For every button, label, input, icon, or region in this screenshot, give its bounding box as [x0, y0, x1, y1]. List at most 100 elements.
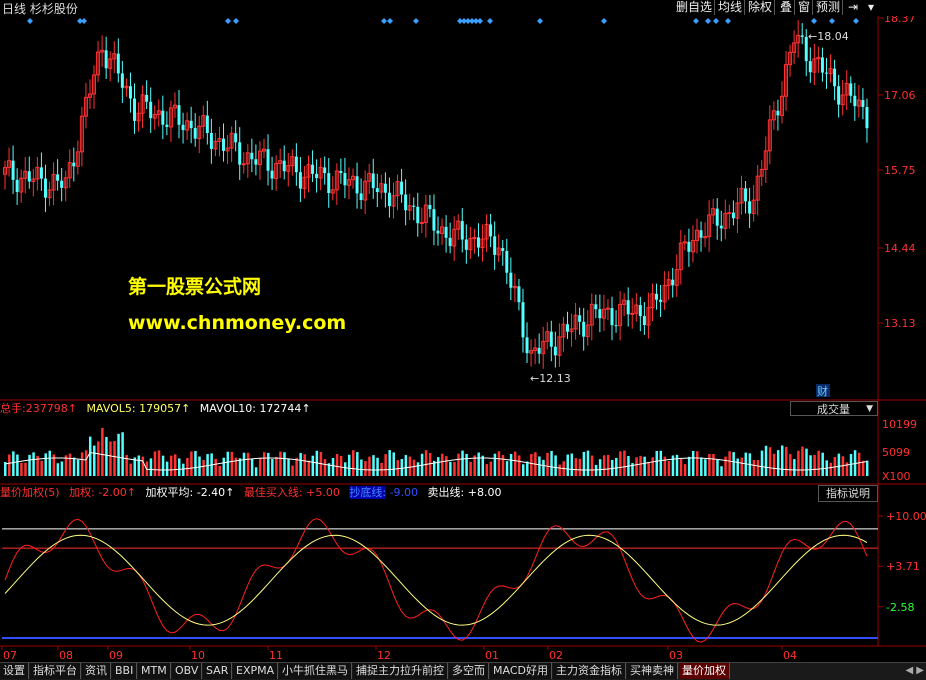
event-marker-icon [601, 18, 607, 24]
candle-body [630, 312, 635, 315]
volume-bar [275, 456, 278, 476]
volume-bar [849, 454, 853, 476]
volume-bar [287, 458, 290, 476]
tab-13[interactable]: 买神卖神 [627, 663, 678, 679]
candle-body [808, 61, 812, 73]
remove-favorite-button[interactable]: 删自选 [674, 0, 716, 15]
indicator-help-button[interactable]: 指标说明 [818, 485, 878, 502]
tab-3[interactable]: BBI [112, 663, 138, 679]
chart-area[interactable]: ←18.04←12.13财 18.3717.0615.7514.4413.13 … [0, 16, 926, 661]
volume-bar [109, 441, 112, 476]
tab-2[interactable]: 资讯 [82, 663, 111, 679]
volume-bar [509, 454, 513, 476]
volume-bar [424, 450, 428, 476]
tab-5[interactable]: OBV [172, 663, 203, 679]
month-label: 04 [783, 649, 797, 661]
indicator-axis-label: +10.00 [886, 510, 926, 523]
volume-bar [679, 458, 683, 476]
tab-0[interactable]: 设置 [0, 663, 29, 679]
price-tick-label: 18.37 [884, 16, 916, 25]
volume-bar [129, 463, 132, 476]
tab-10[interactable]: 多空而 [449, 663, 489, 679]
tab-scroll-arrows[interactable]: ◀ ▶ [905, 663, 924, 679]
volume-bar [477, 452, 480, 476]
event-marker-icon [725, 18, 731, 24]
tab-11[interactable]: MACD好用 [490, 663, 552, 679]
chevron-down-icon[interactable]: ▾ [866, 0, 876, 15]
overlay-button[interactable]: 叠 [778, 0, 796, 15]
ind-avg-label: 加权平均: [145, 486, 194, 499]
candle-body [193, 128, 197, 139]
candle-body [238, 142, 242, 165]
volume-bar [716, 459, 719, 476]
volume-bar [461, 450, 464, 476]
candle-body [11, 160, 15, 180]
volume-bar [635, 457, 638, 476]
event-marker-icon [225, 18, 231, 24]
volume-bar [724, 456, 727, 476]
volume-bar [586, 450, 590, 476]
volume-bar [48, 450, 52, 476]
volume-bar [8, 454, 11, 476]
volume-bar [186, 457, 189, 476]
price-axis: 18.37 17.06 15.75 14.44 13.13 [878, 16, 916, 330]
volume-bar [372, 455, 375, 476]
volume-bar [262, 452, 266, 476]
pin-icon[interactable]: ⇥ [846, 0, 860, 15]
volume-bar [392, 452, 395, 476]
volume-bar [675, 454, 679, 476]
volume-bar [400, 459, 404, 476]
volume-bar [352, 450, 355, 476]
volume-bar [785, 446, 788, 476]
volume-bar [137, 455, 141, 476]
indicator-select[interactable]: 成交量 ▼ [790, 401, 878, 416]
volume-bar [368, 456, 371, 476]
ind-sell-label: 卖出线: [427, 486, 465, 499]
tab-1[interactable]: 指标平台 [30, 663, 81, 679]
tab-6[interactable]: SAR [203, 663, 233, 679]
ex-rights-button[interactable]: 除权 [746, 0, 776, 15]
ind-sell-value: +8.00 [467, 486, 502, 499]
tab-7[interactable]: EXPMA [233, 663, 279, 679]
volume-bar [530, 454, 533, 476]
volume-bars [4, 428, 869, 476]
candle-body [444, 226, 448, 238]
volume-bar [178, 458, 181, 476]
month-label: 12 [377, 649, 391, 661]
volume-bar [250, 458, 254, 476]
event-marker-icon [487, 18, 493, 24]
indicator-lines [2, 518, 878, 643]
volume-bar [817, 450, 820, 476]
volume-bar [606, 455, 610, 476]
volume-bar [271, 459, 274, 476]
tab-12[interactable]: 主力资金指标 [553, 663, 626, 679]
candle-body [412, 205, 416, 207]
tab-14[interactable]: 量价加权 [679, 663, 730, 679]
volume-bar [457, 453, 460, 476]
moving-average-button[interactable]: 均线 [716, 0, 746, 15]
indicator-axis: +10.00 +3.71 -2.58 [878, 510, 926, 614]
month-label: 01 [485, 649, 499, 661]
volume-bar [222, 457, 226, 476]
tab-4[interactable]: MTM [138, 663, 171, 679]
tab-8[interactable]: 小牛抓住黑马 [279, 663, 352, 679]
window-button[interactable]: 窗 [796, 0, 814, 15]
event-marker-icon [233, 18, 239, 24]
volume-bar [752, 459, 756, 476]
candle-body [642, 316, 646, 326]
event-marker-icon [381, 18, 387, 24]
event-marker-icon [853, 18, 859, 24]
candle-body [861, 100, 865, 107]
volume-bar [485, 464, 489, 476]
volume-bar [469, 461, 472, 476]
forecast-button[interactable]: 预测 [814, 0, 844, 15]
volume-bar [97, 441, 100, 476]
volume-bar [412, 459, 416, 476]
candle-body [748, 201, 752, 214]
tab-9[interactable]: 捕捉主力拉升前控 [353, 663, 448, 679]
volume-bar [56, 463, 60, 476]
candle-body [339, 170, 343, 174]
volume-bar [60, 461, 64, 476]
volume-bar [360, 459, 363, 476]
chart-title: 日线 杉杉股份 [2, 0, 78, 17]
